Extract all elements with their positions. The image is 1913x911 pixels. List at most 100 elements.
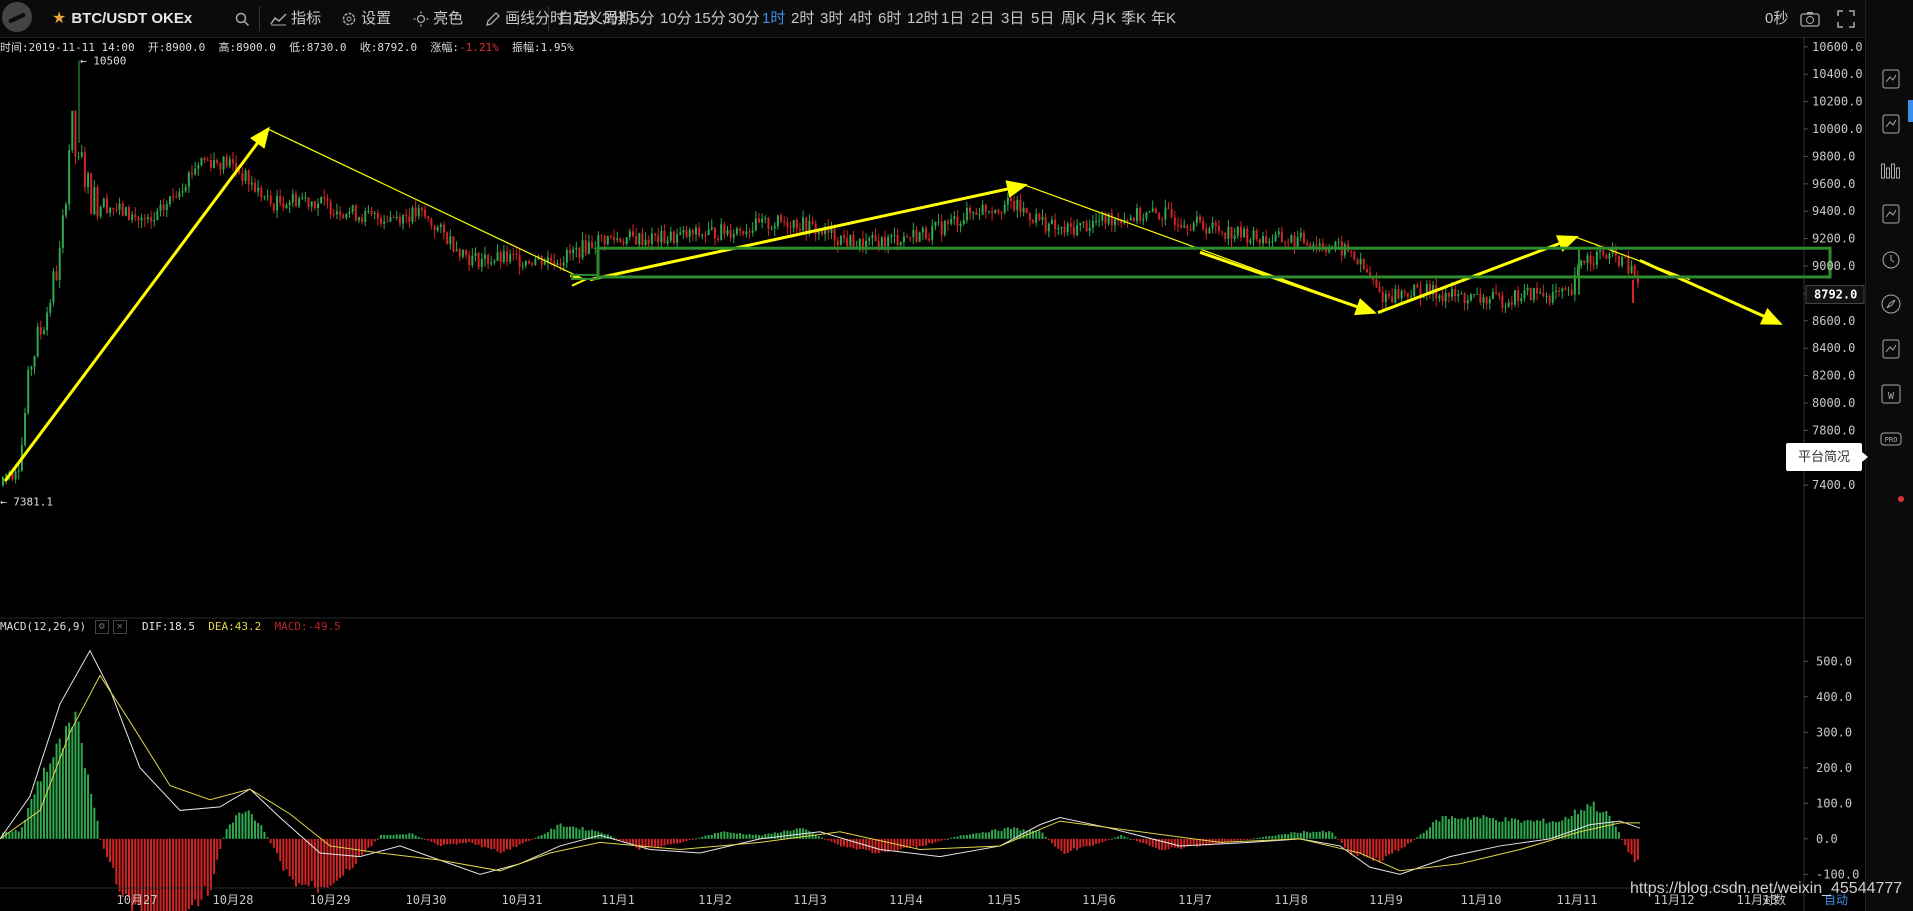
- candle-body: [789, 226, 792, 228]
- candle-body: [1476, 293, 1479, 295]
- candle-body: [1167, 207, 1170, 210]
- macd-settings-icon[interactable]: ⚙: [94, 620, 109, 634]
- candle-body: [506, 251, 508, 262]
- candle-body: [250, 182, 253, 185]
- macd-bar: [1195, 838, 1198, 847]
- candle-body: [695, 227, 697, 235]
- candle-body: [1451, 289, 1453, 297]
- macd-bar: [1548, 822, 1551, 839]
- candle-body: [386, 221, 389, 223]
- macd-bar: [934, 838, 937, 843]
- macd-bar: [383, 834, 386, 839]
- time-label: 11月7: [1178, 893, 1212, 907]
- macd-bar: [443, 838, 445, 845]
- macd-bar: [685, 838, 688, 842]
- candle-body: [994, 210, 997, 213]
- macd-bar: [852, 838, 855, 849]
- candle-body: [294, 194, 297, 207]
- macd-bar: [294, 838, 297, 887]
- macd-bar: [1413, 838, 1416, 840]
- macd-bar: [241, 813, 244, 839]
- macd-bar: [49, 763, 52, 839]
- add-page-icon[interactable]: [1880, 203, 1902, 225]
- candle-body: [1202, 220, 1205, 229]
- candle-body: [1243, 228, 1246, 238]
- macd-bar: [87, 774, 90, 839]
- candle-body: [1195, 216, 1198, 223]
- candle-body: [1139, 208, 1142, 221]
- candle-body: [805, 217, 808, 234]
- macd-bar: [1321, 830, 1324, 839]
- notes-icon[interactable]: [1880, 338, 1902, 360]
- alarm-clock-icon[interactable]: [1880, 248, 1902, 270]
- candle-body: [1284, 242, 1287, 244]
- price-tick-label: 8600.0: [1812, 314, 1855, 328]
- macd-bar: [36, 781, 39, 839]
- macd-bar: [1517, 819, 1520, 839]
- candle-body: [691, 229, 694, 235]
- candle-body: [468, 255, 471, 266]
- macd-bar: [972, 833, 975, 839]
- macd-bar: [1425, 830, 1428, 839]
- macd-bar: [682, 838, 685, 842]
- candle-body: [1066, 223, 1069, 233]
- candle-body: [405, 214, 408, 217]
- pro-icon[interactable]: PRO: [1880, 428, 1902, 450]
- candle-body: [184, 186, 187, 192]
- candle-body: [1280, 231, 1283, 243]
- macd-close-icon[interactable]: ✕: [112, 620, 127, 634]
- candle-body: [1214, 222, 1217, 226]
- candle-body: [1224, 232, 1227, 239]
- candle-body: [1217, 225, 1220, 232]
- macd-bar: [751, 834, 754, 839]
- compass-icon[interactable]: [1880, 293, 1902, 315]
- macd-bar: [1246, 838, 1249, 840]
- bar-3: [1896, 167, 1900, 179]
- document-settings-icon[interactable]: [1880, 113, 1902, 135]
- doc-line: [1885, 344, 1897, 353]
- trend-arrow-1: [3, 126, 270, 482]
- candle-body: [1359, 258, 1362, 265]
- macd-bar: [1381, 838, 1384, 861]
- chart-line-icon[interactable]: [1880, 68, 1902, 90]
- macd-bar: [99, 838, 102, 841]
- candle-body: [269, 195, 272, 204]
- macd-bar: [1280, 834, 1283, 839]
- candle-body: [24, 413, 27, 445]
- candle-body: [569, 250, 571, 254]
- macd-bar: [1539, 820, 1542, 839]
- macd-bar: [1507, 821, 1510, 839]
- macd-bar: [1258, 837, 1261, 839]
- macd-bar: [1255, 838, 1258, 840]
- candle-body: [767, 217, 770, 229]
- candle-body: [1567, 289, 1570, 291]
- macd-bar: [77, 721, 80, 839]
- macd-bar: [1139, 838, 1142, 843]
- macd-bar: [821, 837, 823, 839]
- candle-body: [332, 214, 335, 216]
- candle-body: [1384, 293, 1387, 302]
- candle-body: [666, 240, 669, 244]
- price-chart[interactable]: 10600.0 10400.0 10200.0 10000.0 9800.0 9600.0…: [0, 0, 1865, 911]
- macd-bar: [827, 838, 830, 841]
- macd-bar: [619, 838, 622, 841]
- candle-body: [335, 211, 338, 215]
- candle-body: [376, 213, 379, 219]
- candle-body: [1551, 291, 1554, 303]
- candle-body: [521, 265, 524, 267]
- macd-bar: [187, 838, 190, 910]
- candle-body: [181, 191, 184, 193]
- macd-bar: [1148, 838, 1151, 846]
- macd-bar: [786, 830, 789, 839]
- macd-bar: [565, 826, 568, 839]
- macd-bar: [439, 838, 442, 847]
- macd-bar: [398, 834, 401, 839]
- doc-line: [1885, 74, 1897, 83]
- w-icon[interactable]: W: [1880, 383, 1902, 405]
- bar-chart-icon[interactable]: [1880, 158, 1902, 180]
- candle-body: [52, 271, 55, 303]
- macd-bar: [102, 838, 105, 849]
- candle-body: [326, 198, 329, 202]
- bar-2: [1891, 163, 1895, 179]
- candle-body: [33, 356, 36, 367]
